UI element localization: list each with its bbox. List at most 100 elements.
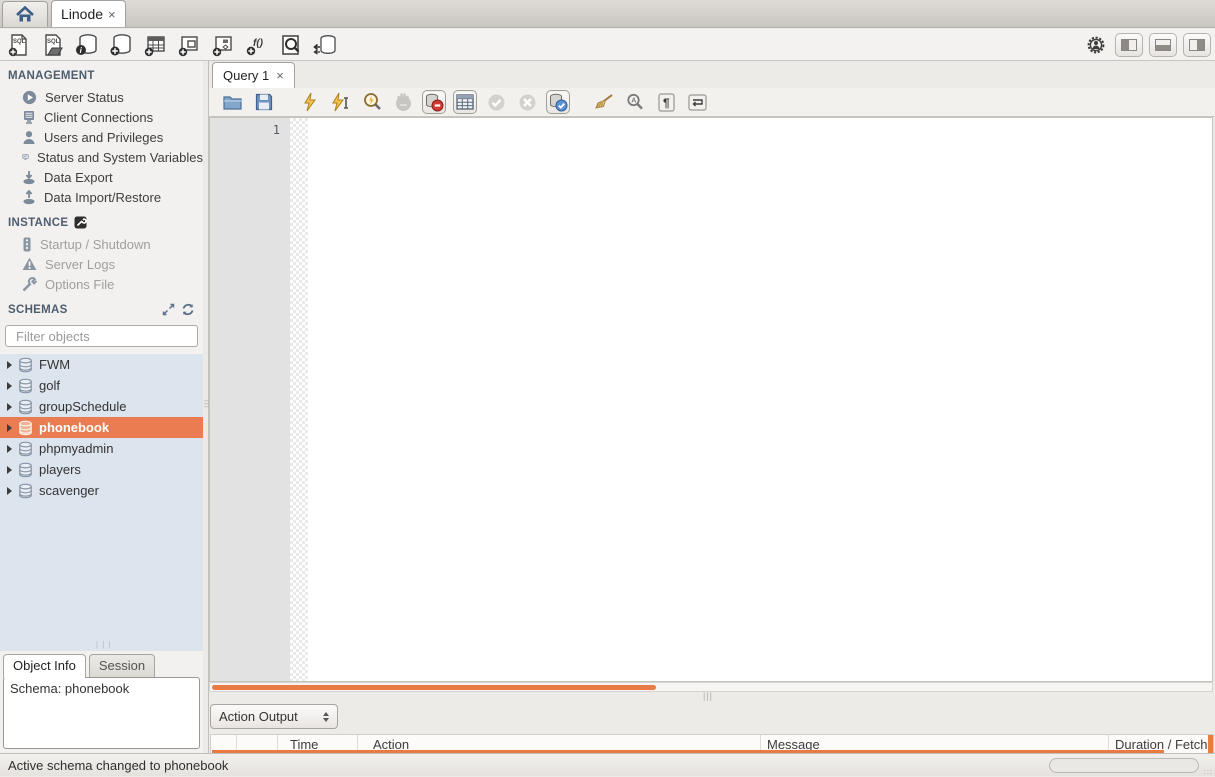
new-sql-tab-button[interactable]: SQL xyxy=(6,32,32,58)
execute-button[interactable] xyxy=(298,90,322,114)
filter-objects-input[interactable] xyxy=(16,329,192,344)
schema-row-groupSchedule[interactable]: groupSchedule xyxy=(0,396,203,417)
home-icon xyxy=(15,6,35,23)
expander-icon[interactable] xyxy=(7,382,12,390)
schema-inspector-button[interactable]: i xyxy=(74,32,100,58)
panel-splitter-grip[interactable]: | | | xyxy=(96,640,112,649)
create-function-icon: f() xyxy=(245,33,269,57)
execute-bolt-icon xyxy=(302,92,318,112)
sidebar-item-server-status[interactable]: Server Status xyxy=(0,87,203,107)
scrollbar-thumb[interactable] xyxy=(212,685,656,690)
query-tab-bar: Query 1 × xyxy=(209,61,1215,88)
explain-button[interactable] xyxy=(360,90,384,114)
schema-row-phonebook-selected[interactable]: phonebook xyxy=(0,417,203,438)
sql-editor-toolbar: A ¶ xyxy=(209,88,1215,117)
schemas-section-header: SCHEMAS xyxy=(0,294,203,321)
preferences-button[interactable] xyxy=(1083,32,1109,58)
output-view-select[interactable]: Action Output xyxy=(210,704,338,729)
schema-inspector-icon: i xyxy=(75,33,99,57)
open-sql-script-button[interactable]: SQL xyxy=(40,32,66,58)
sql-editor[interactable]: 1 xyxy=(209,117,1213,682)
svg-text:¶: ¶ xyxy=(663,96,670,110)
create-function-button[interactable]: f() xyxy=(244,32,270,58)
sql-text-area[interactable] xyxy=(308,118,1212,681)
code-folding-margin xyxy=(290,118,308,681)
tab-session[interactable]: Session xyxy=(89,654,155,677)
expander-icon[interactable] xyxy=(7,424,12,432)
expander-icon[interactable] xyxy=(7,466,12,474)
data-import-icon xyxy=(22,190,36,205)
save-script-button[interactable] xyxy=(252,90,276,114)
tab-query-1[interactable]: Query 1 × xyxy=(212,62,295,88)
line-number: 1 xyxy=(273,123,280,137)
sidebar-item-server-logs[interactable]: Server Logs xyxy=(0,254,203,274)
schema-row-FWM[interactable]: FWM xyxy=(0,354,203,375)
tab-object-info[interactable]: Object Info xyxy=(3,654,86,678)
connection-tab[interactable]: Linode × xyxy=(51,0,126,27)
close-icon[interactable]: × xyxy=(108,7,116,22)
commit-button[interactable] xyxy=(484,90,508,114)
toggle-right-panel-button[interactable] xyxy=(1183,33,1211,57)
schema-icon xyxy=(18,441,33,457)
output-vertical-scrollbar[interactable] xyxy=(1208,735,1213,753)
schemas-title: SCHEMAS xyxy=(8,304,68,316)
show-invisibles-button[interactable]: ¶ xyxy=(654,90,678,114)
close-icon[interactable]: × xyxy=(276,68,284,83)
schema-row-golf[interactable]: golf xyxy=(0,375,203,396)
toggle-bottom-panel-button[interactable] xyxy=(1149,33,1177,57)
sidebar-item-data-import[interactable]: Data Import/Restore xyxy=(0,187,203,207)
sidebar-item-startup-shutdown[interactable]: Startup / Shutdown xyxy=(0,234,203,254)
schema-tree: FWM golf groupSchedule phonebook phpmyad… xyxy=(0,354,203,651)
sidebar-item-options-file[interactable]: Options File xyxy=(0,274,203,294)
connection-tab-label: Linode xyxy=(61,6,103,22)
schema-row-phpmyadmin[interactable]: phpmyadmin xyxy=(0,438,203,459)
window-resize-grip[interactable]: ∶∶∶ xyxy=(1204,771,1213,775)
stop-button[interactable] xyxy=(391,90,415,114)
sidebar-item-system-variables[interactable]: Status and System Variables xyxy=(0,147,203,167)
sidebar-item-label: Data Import/Restore xyxy=(44,190,161,205)
schema-filter xyxy=(5,325,198,347)
execute-current-bolt-cursor-icon xyxy=(331,92,351,112)
schema-row-scavenger[interactable]: scavenger xyxy=(0,480,203,501)
create-schema-button[interactable] xyxy=(108,32,134,58)
expander-icon[interactable] xyxy=(7,403,12,411)
sidebar-item-data-export[interactable]: Data Export xyxy=(0,167,203,187)
toggle-left-panel-button[interactable] xyxy=(1115,33,1143,57)
open-script-button[interactable] xyxy=(221,90,245,114)
query-tab-label: Query 1 xyxy=(223,68,269,83)
schema-name: phpmyadmin xyxy=(39,441,113,456)
home-tab[interactable] xyxy=(2,1,48,27)
expand-icon[interactable] xyxy=(162,303,175,316)
commit-check-icon xyxy=(487,93,506,112)
sidebar-item-client-connections[interactable]: Client Connections xyxy=(0,107,203,127)
output-splitter[interactable]: ||| xyxy=(209,693,1215,701)
client-connections-icon xyxy=(22,110,36,125)
schema-row-players[interactable]: players xyxy=(0,459,203,480)
svg-text:A: A xyxy=(631,98,636,105)
explain-magnifier-bolt-icon xyxy=(362,92,382,112)
toggle-autocommit-button[interactable] xyxy=(546,90,570,114)
sidebar-item-users-privileges[interactable]: Users and Privileges xyxy=(0,127,203,147)
toggle-wrap-button[interactable] xyxy=(685,90,709,114)
create-table-button[interactable] xyxy=(142,32,168,58)
clear-query-button[interactable] xyxy=(592,90,616,114)
execute-current-statement-button[interactable] xyxy=(329,90,353,114)
create-procedure-button[interactable] xyxy=(210,32,236,58)
rollback-button[interactable] xyxy=(515,90,539,114)
schema-icon xyxy=(18,357,33,373)
expander-icon[interactable] xyxy=(7,487,12,495)
find-button[interactable]: A xyxy=(623,90,647,114)
schema-name: scavenger xyxy=(39,483,99,498)
sidebar-item-label: Server Status xyxy=(45,90,124,105)
search-table-data-button[interactable] xyxy=(278,32,304,58)
expander-icon[interactable] xyxy=(7,361,12,369)
create-view-button[interactable] xyxy=(176,32,202,58)
action-output-panel: Action Output Time Action Message Durati… xyxy=(209,701,1215,753)
toggle-stop-on-error-button[interactable] xyxy=(422,90,446,114)
expander-icon[interactable] xyxy=(7,445,12,453)
sidebar-item-label: Status and System Variables xyxy=(37,150,203,165)
limit-rows-button[interactable] xyxy=(453,90,477,114)
refresh-icon[interactable] xyxy=(181,303,195,316)
reconnect-dbms-button[interactable] xyxy=(312,32,338,58)
object-info-text: Schema: phonebook xyxy=(10,681,129,696)
